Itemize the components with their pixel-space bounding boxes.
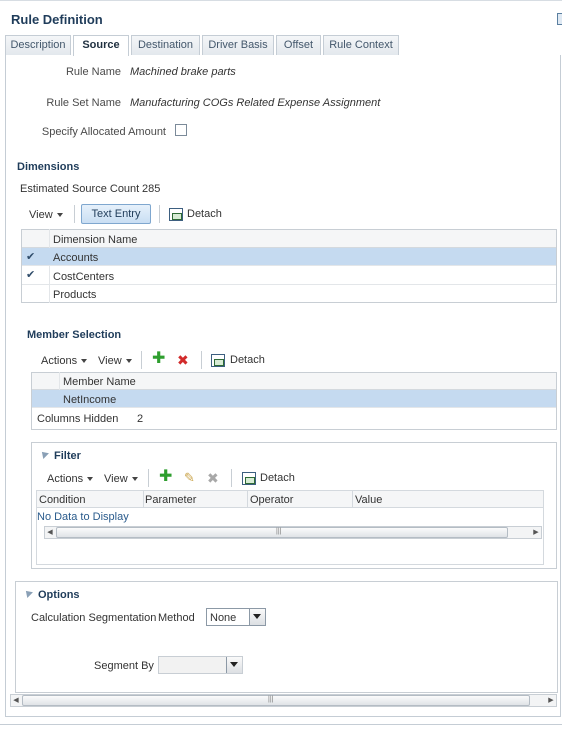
tab-driver-basis[interactable]: Driver Basis [202, 35, 274, 55]
member-detach-button[interactable]: Detach [230, 354, 265, 366]
dimensions-view-menu[interactable]: View [29, 209, 63, 221]
rule-set-value: Manufacturing COGs Related Expense Assig… [130, 97, 381, 109]
actions-label: Actions [41, 355, 78, 367]
operator-column: Operator [250, 494, 294, 506]
table-row[interactable] [22, 285, 556, 303]
page-title: Rule Definition [11, 12, 103, 27]
chevron-down-icon [131, 477, 138, 482]
toolbar-separator [159, 205, 160, 223]
rule-set-label: Rule Set Name [46, 97, 121, 109]
toolbar-separator [201, 351, 202, 369]
options-panel [15, 581, 558, 693]
chevron-down-icon [125, 359, 132, 364]
segment-by-label: Segment By [94, 660, 154, 672]
scroll-thumb[interactable] [22, 695, 530, 706]
filter-actions-menu[interactable]: Actions [47, 473, 94, 485]
method-value: None [210, 612, 237, 624]
toolbar-separator [231, 469, 232, 487]
check-icon: ✔ [26, 251, 36, 263]
check-icon: ✔ [26, 269, 36, 281]
panel-icon[interactable] [557, 13, 562, 25]
no-data-text: No Data to Display [37, 511, 129, 523]
tab-offset[interactable]: Offset [276, 35, 321, 55]
scroll-right-icon[interactable]: ▶ [546, 695, 556, 706]
bottom-divider [0, 724, 562, 725]
member-name-column: Member Name [63, 376, 136, 388]
view-label: View [98, 355, 122, 367]
method-label: Method [158, 612, 195, 624]
rule-name-value: Machined brake parts [130, 66, 236, 78]
specify-amount-checkbox[interactable] [175, 124, 187, 136]
chevron-down-icon [56, 213, 63, 218]
tab-source[interactable]: Source [73, 35, 129, 56]
tab-description[interactable]: Description [5, 35, 71, 55]
edit-icon[interactable]: ✎ [184, 471, 195, 485]
condition-column: Condition [39, 494, 86, 506]
table-row[interactable] [22, 248, 556, 266]
view-label: View [29, 209, 53, 221]
member-name-cell: NetIncome [63, 394, 117, 406]
estimated-count-label: Estimated Source Count [20, 183, 140, 195]
dimensions-heading: Dimensions [17, 161, 80, 173]
dimensions-detach-button[interactable]: Detach [187, 208, 222, 220]
detach-icon[interactable] [242, 472, 256, 485]
dimension-name-cell: Products [53, 289, 97, 301]
toolbar-separator [74, 205, 75, 223]
scroll-thumb[interactable] [56, 527, 508, 538]
options-heading: Options [38, 589, 80, 601]
tab-rule-context[interactable]: Rule Context [323, 35, 399, 55]
chevron-down-icon [226, 657, 242, 673]
chevron-down-icon[interactable] [249, 609, 265, 625]
scroll-right-icon[interactable]: ▶ [531, 527, 541, 538]
scroll-left-icon[interactable]: ◀ [11, 695, 21, 706]
dimension-name-column: Dimension Name [53, 234, 138, 246]
dimension-name-cell: CostCenters [53, 271, 115, 283]
detach-icon[interactable] [169, 208, 183, 221]
chevron-down-icon [81, 359, 88, 364]
delete-icon: ✖ [207, 470, 219, 486]
parameter-column: Parameter [145, 494, 197, 506]
filter-detach-button[interactable]: Detach [260, 472, 295, 484]
specify-amount-label: Specify Allocated Amount [41, 126, 166, 138]
text-entry-button[interactable]: Text Entry [81, 204, 151, 224]
detach-icon[interactable] [211, 354, 225, 367]
value-column: Value [355, 494, 383, 506]
scroll-left-icon[interactable]: ◀ [45, 527, 55, 538]
member-actions-menu[interactable]: Actions [41, 355, 88, 367]
column-divider [143, 491, 144, 508]
add-icon[interactable]: ✚ [152, 351, 165, 367]
dimension-name-cell: Accounts [53, 252, 99, 264]
filter-view-menu[interactable]: View [104, 473, 138, 485]
columns-hidden-label: Columns Hidden [37, 413, 119, 425]
actions-label: Actions [47, 473, 84, 485]
columns-hidden-value: 2 [137, 413, 144, 425]
calc-segmentation-label: Calculation Segmentation [31, 612, 157, 624]
delete-icon[interactable]: ✖ [177, 353, 189, 367]
estimated-count-value: 285 [142, 183, 161, 195]
view-label: View [104, 473, 128, 485]
member-view-menu[interactable]: View [98, 355, 132, 367]
grip-icon: ||| [276, 528, 282, 535]
tab-destination[interactable]: Destination [131, 35, 200, 55]
toolbar-separator [148, 469, 149, 487]
add-icon[interactable]: ✚ [159, 469, 172, 485]
toolbar-separator [141, 351, 142, 369]
chevron-down-icon [87, 477, 94, 482]
rule-name-label: Rule Name [65, 66, 121, 78]
column-divider [247, 491, 248, 508]
column-divider [352, 491, 353, 508]
member-selection-heading: Member Selection [27, 329, 122, 341]
grip-icon: ||| [268, 696, 274, 703]
filter-heading: Filter [54, 450, 81, 462]
